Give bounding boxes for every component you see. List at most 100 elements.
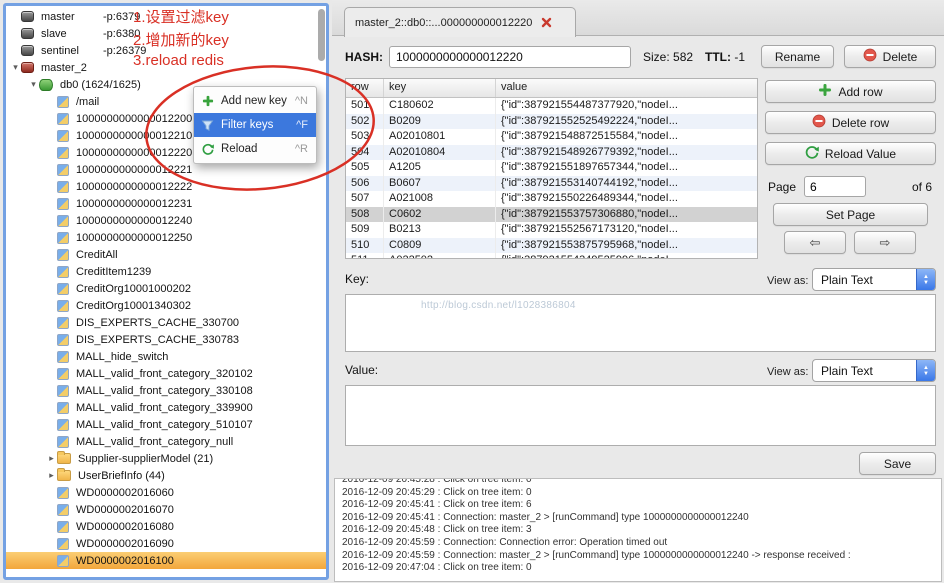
log-line: 2016-12-09 20:45:48 : Click on tree item… bbox=[342, 524, 934, 537]
tree-item[interactable]: MALL_valid_front_category_320102 bbox=[6, 365, 326, 382]
cell-key: B0209 bbox=[384, 114, 496, 130]
tree-item-label: MALL_hide_switch bbox=[76, 351, 168, 363]
tree-item[interactable]: CreditAll bbox=[6, 246, 326, 263]
key-section-label: Key: bbox=[345, 272, 369, 286]
menu-item-label: Filter keys bbox=[221, 119, 290, 131]
tree-item[interactable]: MALL_valid_front_category_null bbox=[6, 433, 326, 450]
column-header-value[interactable]: value bbox=[496, 79, 757, 97]
rename-button[interactable]: Rename bbox=[761, 45, 834, 68]
key-icon bbox=[57, 215, 69, 227]
value-section-label: Value: bbox=[345, 363, 378, 377]
tree-item-label: WD0000002016070 bbox=[76, 504, 174, 516]
tree-item[interactable]: CreditItem1239 bbox=[6, 263, 326, 280]
tab-close-icon[interactable] bbox=[541, 17, 552, 28]
table-row[interactable]: 511A022502{"id":387921554349525996,"node… bbox=[346, 253, 757, 259]
tree-item[interactable]: 1000000000000012250 bbox=[6, 229, 326, 246]
annotation-step1: 1.设置过滤key bbox=[133, 6, 229, 27]
key-icon bbox=[57, 300, 69, 312]
tree-item[interactable]: WD0000002016070 bbox=[6, 501, 326, 518]
tree-item-label: 1000000000000012220 bbox=[76, 147, 192, 159]
menu-item-filter-keys[interactable]: Filter keys^F bbox=[194, 113, 316, 137]
table-row[interactable]: 501C180602{"id":387921554487377920,"node… bbox=[346, 98, 757, 114]
tree-item[interactable]: MALL_valid_front_category_339900 bbox=[6, 399, 326, 416]
tree-item-label: MALL_valid_front_category_510107 bbox=[76, 419, 253, 431]
page-input[interactable] bbox=[804, 176, 866, 197]
table-row[interactable]: 504A02010804{"id":387921548926779392,"no… bbox=[346, 145, 757, 161]
tree-item-label: 1000000000000012250 bbox=[76, 232, 192, 244]
value-view-select[interactable]: Plain Text ▲ ▼ bbox=[812, 359, 936, 382]
cell-row: 507 bbox=[346, 191, 384, 207]
cell-key: A02010804 bbox=[384, 145, 496, 161]
table-row[interactable]: 503A02010801{"id":387921548872515584,"no… bbox=[346, 129, 757, 145]
tree-item-label: DIS_EXPERTS_CACHE_330783 bbox=[76, 334, 239, 346]
key-name-input[interactable] bbox=[389, 46, 631, 68]
tree-item[interactable]: DIS_EXPERTS_CACHE_330783 bbox=[6, 331, 326, 348]
cell-row: 508 bbox=[346, 207, 384, 223]
table-row[interactable]: 506B0607{"id":387921553140744192,"nodeI.… bbox=[346, 176, 757, 192]
tree-item[interactable]: WD0000002016060 bbox=[6, 484, 326, 501]
tree-item[interactable]: 1000000000000012222 bbox=[6, 178, 326, 195]
tree-item[interactable]: 1000000000000012231 bbox=[6, 195, 326, 212]
tree-item-label: WD0000002016090 bbox=[76, 538, 174, 550]
menu-item-shortcut: ^N bbox=[295, 95, 308, 107]
prev-page-button[interactable]: ⇦ bbox=[784, 231, 846, 254]
reload-icon bbox=[805, 145, 819, 162]
key-icon bbox=[57, 96, 69, 108]
cell-key: A021008 bbox=[384, 191, 496, 207]
column-header-row[interactable]: row bbox=[346, 79, 384, 97]
cell-row: 506 bbox=[346, 176, 384, 192]
key-editor[interactable]: http://blog.csdn.net/l1028386804 bbox=[345, 294, 936, 352]
tree-item-label: 1000000000000012221 bbox=[76, 164, 192, 176]
key-icon bbox=[57, 504, 69, 516]
tree-item[interactable]: WD0000002016090 bbox=[6, 535, 326, 552]
table-row[interactable]: 509B0213{"id":387921552567173120,"nodeI.… bbox=[346, 222, 757, 238]
tree-item[interactable]: WD0000002016080 bbox=[6, 518, 326, 535]
delete-row-button[interactable]: Delete row bbox=[765, 111, 936, 134]
table-row[interactable]: 510C0809{"id":387921553875795968,"nodeI.… bbox=[346, 238, 757, 254]
tab-key-editor[interactable]: master_2::db0::...000000000012220 bbox=[344, 7, 576, 37]
tree-item[interactable]: CreditOrg10001000202 bbox=[6, 280, 326, 297]
tree-item[interactable]: WD0000002016100 bbox=[6, 552, 326, 569]
menu-item-add-new-key[interactable]: Add new key^N bbox=[194, 89, 316, 113]
tree-item[interactable]: ▸UserBriefInfo (44) bbox=[6, 467, 326, 484]
tree-item[interactable]: MALL_valid_front_category_330108 bbox=[6, 382, 326, 399]
set-page-button[interactable]: Set Page bbox=[773, 203, 928, 226]
key-icon bbox=[57, 283, 69, 295]
column-header-key[interactable]: key bbox=[384, 79, 496, 97]
db-icon bbox=[39, 79, 53, 91]
size-value: 582 bbox=[673, 50, 693, 64]
value-view-as-label: View as: bbox=[767, 366, 808, 378]
tree-item[interactable]: CreditOrg10001340302 bbox=[6, 297, 326, 314]
hash-table: rowkeyvalue 501C180602{"id":387921554487… bbox=[345, 78, 758, 259]
watermark-text: http://blog.csdn.net/l1028386804 bbox=[421, 300, 576, 311]
tree-item[interactable]: DIS_EXPERTS_CACHE_330700 bbox=[6, 314, 326, 331]
collapse-arrow-icon[interactable]: ▾ bbox=[28, 79, 39, 90]
expand-arrow-icon[interactable]: ▸ bbox=[46, 453, 57, 464]
delete-button[interactable]: Delete bbox=[844, 45, 936, 68]
value-editor[interactable] bbox=[345, 385, 936, 446]
cell-key: A022502 bbox=[384, 253, 496, 259]
add-row-button[interactable]: Add row bbox=[765, 80, 936, 103]
cell-key: B0213 bbox=[384, 222, 496, 238]
tree-item[interactable]: MALL_valid_front_category_510107 bbox=[6, 416, 326, 433]
key-view-select[interactable]: Plain Text ▲ ▼ bbox=[812, 268, 936, 291]
cell-key: B0607 bbox=[384, 176, 496, 192]
tree-item[interactable]: ▸Supplier-supplierModel (21) bbox=[6, 450, 326, 467]
table-row[interactable]: 508C0602{"id":387921553757306880,"nodeI.… bbox=[346, 207, 757, 223]
tree-item[interactable]: MALL_hide_switch bbox=[6, 348, 326, 365]
key-view-value: Plain Text bbox=[813, 273, 916, 287]
expand-arrow-icon[interactable]: ▸ bbox=[46, 470, 57, 481]
tree-item[interactable]: 1000000000000012240 bbox=[6, 212, 326, 229]
next-page-button[interactable]: ⇨ bbox=[854, 231, 916, 254]
cell-row: 504 bbox=[346, 145, 384, 161]
table-row[interactable]: 502B0209{"id":387921552525492224,"nodeI.… bbox=[346, 114, 757, 130]
save-button[interactable]: Save bbox=[859, 452, 936, 475]
menu-item-reload[interactable]: Reload^R bbox=[194, 137, 316, 161]
reload-value-button[interactable]: Reload Value bbox=[765, 142, 936, 165]
collapse-arrow-icon[interactable]: ▾ bbox=[10, 62, 21, 73]
pagination: Page of 6 bbox=[768, 176, 936, 197]
tree-scrollbar-thumb[interactable] bbox=[318, 9, 325, 61]
log-panel[interactable]: 2016-12-09 20:45:28 : Click on tree item… bbox=[334, 478, 942, 582]
table-row[interactable]: 507A021008{"id":387921550226489344,"node… bbox=[346, 191, 757, 207]
table-row[interactable]: 505A1205{"id":387921551897657344,"nodeI.… bbox=[346, 160, 757, 176]
